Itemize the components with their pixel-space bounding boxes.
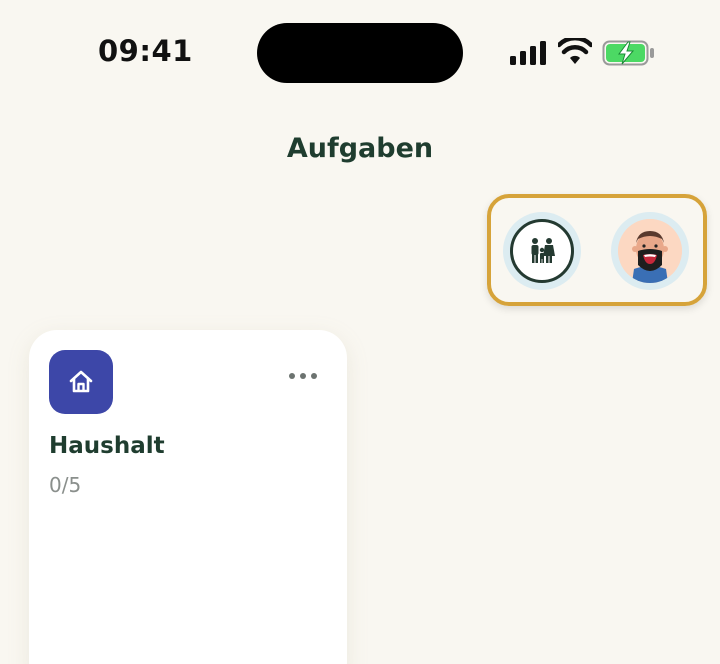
dynamic-island: [257, 23, 463, 83]
battery-charging-icon: [602, 40, 654, 66]
card-title: Haushalt: [49, 433, 165, 459]
signal-icon: [510, 41, 546, 65]
user-avatar-button[interactable]: [611, 212, 689, 290]
family-icon: [531, 238, 555, 263]
status-bar: 09:41: [0, 0, 720, 110]
card-more-button[interactable]: [283, 362, 323, 390]
card-progress: 0/5: [49, 473, 82, 497]
member-switcher[interactable]: [487, 194, 707, 306]
wifi-icon: [558, 38, 592, 64]
user-avatar: [618, 219, 682, 283]
family-avatar-button[interactable]: [503, 212, 581, 290]
more-horizontal-icon: [289, 373, 317, 379]
page-title: Aufgaben: [286, 133, 434, 164]
home-icon: [69, 370, 93, 393]
card-icon-tile: [49, 350, 113, 414]
status-time: 09:41: [98, 34, 193, 68]
category-card[interactable]: Haushalt 0/5: [29, 330, 347, 664]
